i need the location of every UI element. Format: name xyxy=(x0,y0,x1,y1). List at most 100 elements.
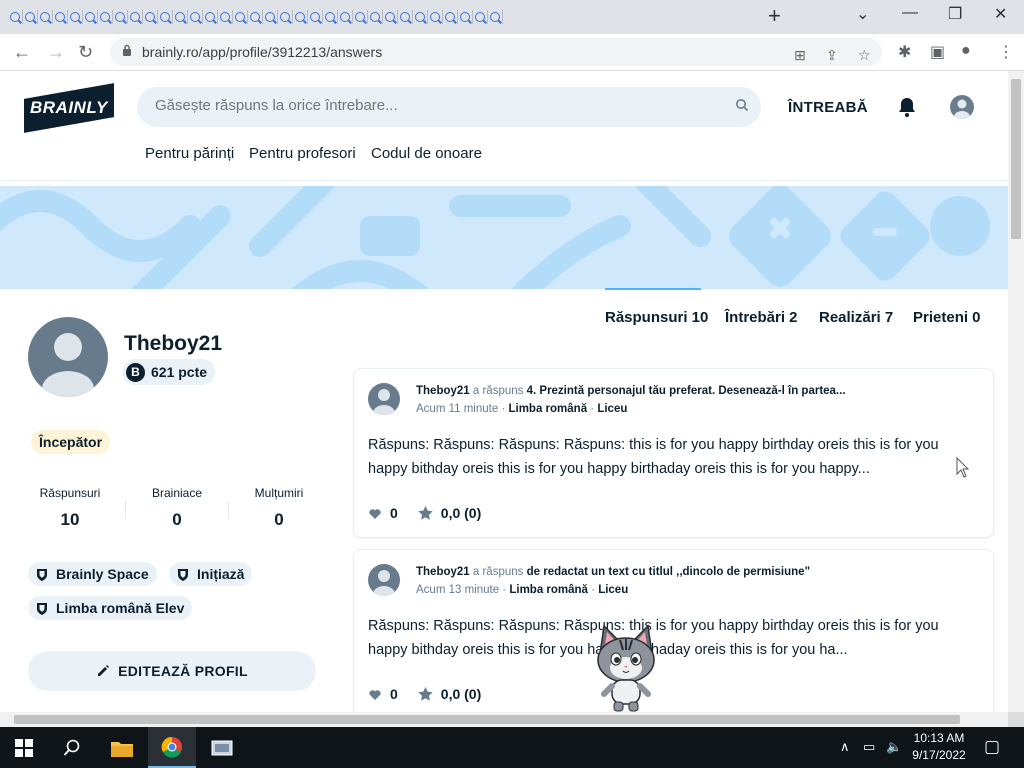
edit-profile-button[interactable]: EDITEAZĂ PROFIL xyxy=(28,651,316,691)
search-taskbar-icon[interactable] xyxy=(48,727,96,768)
browser-tab[interactable] xyxy=(488,10,503,24)
horizontal-scrollbar[interactable] xyxy=(0,712,1008,727)
back-icon[interactable]: ← xyxy=(13,42,31,63)
achievement-badge-limba-romana[interactable]: Limba română Elev xyxy=(28,596,193,620)
browser-tab[interactable] xyxy=(203,10,218,24)
browser-tab[interactable] xyxy=(8,10,23,24)
volume-icon[interactable]: 🔈 xyxy=(886,739,902,755)
browser-tab[interactable] xyxy=(23,10,38,24)
ask-question-button[interactable]: ÎNTREABĂ xyxy=(788,99,868,116)
browser-tab[interactable] xyxy=(158,10,173,24)
browser-tab[interactable] xyxy=(383,10,398,24)
answer-text[interactable]: Răspuns: Răspuns: Răspuns: Răspuns: this… xyxy=(368,433,968,481)
scrollbar-thumb[interactable] xyxy=(14,715,960,724)
achievement-badge-initiaza[interactable]: Inițiază xyxy=(169,562,253,586)
browser-tab[interactable] xyxy=(413,10,428,24)
browser-tab[interactable] xyxy=(83,10,98,24)
browser-tab[interactable] xyxy=(248,10,263,24)
heart-icon[interactable] xyxy=(368,688,382,701)
translate-icon[interactable]: ⊞ xyxy=(794,47,806,64)
browser-tab[interactable] xyxy=(293,10,308,24)
close-window-icon[interactable]: ✕ xyxy=(994,4,1007,24)
browser-tab[interactable] xyxy=(188,10,203,24)
browser-tab[interactable] xyxy=(143,10,158,24)
brainly-favicon-icon xyxy=(70,12,80,22)
browser-tab[interactable] xyxy=(398,10,413,24)
browser-tab[interactable] xyxy=(368,10,383,24)
heart-icon[interactable] xyxy=(368,507,382,520)
browser-tab[interactable] xyxy=(428,10,443,24)
network-icon[interactable]: ▭ xyxy=(863,739,875,755)
scrollbar-thumb[interactable] xyxy=(1011,79,1021,239)
browser-tab[interactable] xyxy=(233,10,248,24)
reload-icon[interactable]: ↻ xyxy=(78,42,93,63)
menu-kebab-icon[interactable]: ⋮ xyxy=(998,42,1014,62)
question-link[interactable]: de redactat un text cu titlul ,,dincolo … xyxy=(527,566,810,578)
address-bar[interactable]: brainly.ro/app/profile/3912213/answers ⊞… xyxy=(110,38,882,66)
vertical-scrollbar[interactable] xyxy=(1008,71,1024,712)
tab-search-icon[interactable]: ⌄ xyxy=(856,4,869,24)
answer-avatar[interactable] xyxy=(368,383,400,415)
tab-achievements[interactable]: Realizări 7 xyxy=(819,309,893,326)
nav-teachers-link[interactable]: Pentru profesori xyxy=(249,145,356,162)
minimize-icon[interactable]: — xyxy=(902,4,918,22)
tab-questions[interactable]: Întrebări 2 xyxy=(725,309,798,326)
file-explorer-icon[interactable] xyxy=(98,727,146,768)
new-tab-button[interactable]: + xyxy=(768,5,781,27)
side-panel-icon[interactable]: ▣ xyxy=(930,42,945,62)
answer-card[interactable]: Theboy21 a răspuns 4. Prezintă personaju… xyxy=(353,368,994,538)
star-icon[interactable] xyxy=(418,506,433,520)
forward-icon[interactable]: → xyxy=(47,42,65,63)
browser-tab[interactable] xyxy=(218,10,233,24)
achievement-badge-brainly-space[interactable]: Brainly Space xyxy=(28,562,157,586)
nav-honor-code-link[interactable]: Codul de onoare xyxy=(371,145,482,162)
browser-tab[interactable] xyxy=(98,10,113,24)
search-icon[interactable] xyxy=(735,98,749,112)
user-avatar-icon[interactable] xyxy=(950,95,974,119)
browser-tab[interactable] xyxy=(338,10,353,24)
browser-tab[interactable] xyxy=(173,10,188,24)
notification-icon[interactable]: ▢ xyxy=(984,737,1000,757)
brainly-logo[interactable]: BRAINLY xyxy=(24,83,114,133)
question-link[interactable]: 4. Prezintă personajul tău preferat. Des… xyxy=(527,385,846,397)
browser-tab[interactable] xyxy=(113,10,128,24)
browser-tab[interactable] xyxy=(128,10,143,24)
answer-subject-link[interactable]: Limba română xyxy=(508,403,587,415)
browser-tab[interactable] xyxy=(53,10,68,24)
search-input[interactable] xyxy=(155,97,715,114)
browser-tab[interactable] xyxy=(68,10,83,24)
browser-tab[interactable] xyxy=(263,10,278,24)
browser-tab[interactable] xyxy=(278,10,293,24)
restore-icon[interactable]: ❐ xyxy=(948,4,962,24)
bookmark-star-icon[interactable]: ☆ xyxy=(858,47,871,64)
browser-tab[interactable] xyxy=(473,10,488,24)
browser-tab[interactable] xyxy=(443,10,458,24)
system-clock[interactable]: 10:13 AM 9/17/2022 xyxy=(906,730,972,764)
brainly-favicon-icon xyxy=(400,12,410,22)
answer-avatar[interactable] xyxy=(368,564,400,596)
answer-subject-link[interactable]: Limba română xyxy=(509,584,588,596)
browser-tab[interactable] xyxy=(38,10,53,24)
profile-icon[interactable]: ● xyxy=(961,42,971,60)
tab-friends[interactable]: Prieteni 0 xyxy=(913,309,981,326)
star-icon[interactable] xyxy=(418,687,433,701)
tray-chevron-icon[interactable]: ∧ xyxy=(840,739,850,755)
search-bar[interactable] xyxy=(137,87,761,127)
browser-tab[interactable] xyxy=(458,10,473,24)
answer-card[interactable]: Theboy21 a răspuns de redactat un text c… xyxy=(353,549,994,712)
chrome-icon[interactable] xyxy=(148,727,196,768)
browser-tab[interactable] xyxy=(353,10,368,24)
answer-author-link[interactable]: Theboy21 xyxy=(416,385,470,397)
nav-parents-link[interactable]: Pentru părinți xyxy=(145,145,234,162)
extensions-icon[interactable]: ✱ xyxy=(898,42,911,62)
browser-tab[interactable] xyxy=(308,10,323,24)
windows-start-icon[interactable] xyxy=(0,727,48,768)
browser-tab[interactable] xyxy=(323,10,338,24)
app-taskbar-icon[interactable] xyxy=(198,727,246,768)
bell-icon[interactable] xyxy=(897,96,917,118)
profile-avatar[interactable] xyxy=(28,317,108,397)
share-icon[interactable]: ⇪ xyxy=(826,47,838,64)
answer-text[interactable]: Răspuns: Răspuns: Răspuns: Răspuns: this… xyxy=(368,614,968,662)
tab-answers[interactable]: Răspunsuri 10 xyxy=(605,309,708,326)
answer-author-link[interactable]: Theboy21 xyxy=(416,566,470,578)
